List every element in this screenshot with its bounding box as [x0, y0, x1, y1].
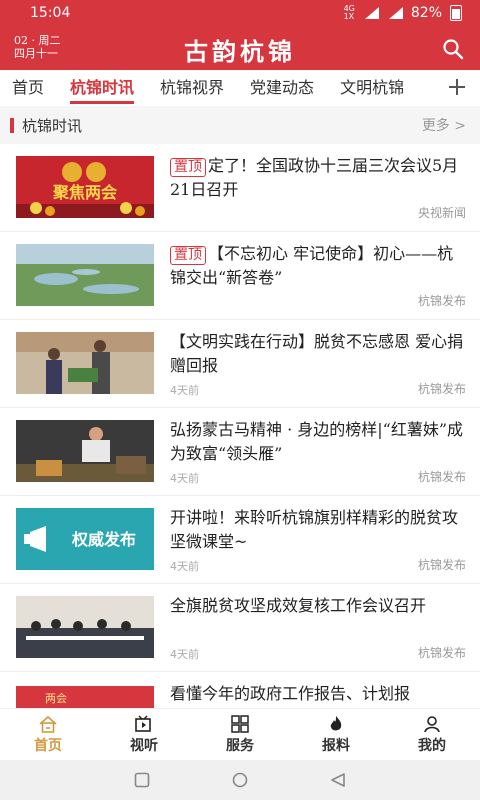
nav-video[interactable]: 视听 [96, 709, 192, 761]
video-icon [135, 715, 151, 732]
nav-profile-label: 我的 [418, 738, 446, 754]
app-header: 02 · 周二 四月十一 古韵杭锦 [0, 28, 480, 70]
battery-percent: 82% [410, 5, 442, 21]
nav-profile[interactable]: 我的 [384, 709, 480, 761]
tab-party[interactable]: 党建动态 [250, 70, 314, 106]
article-source: 杭锦发布 [417, 646, 466, 660]
section-accent [10, 118, 14, 133]
grid-icon [231, 715, 249, 733]
section-title: 杭锦时讯 [22, 117, 83, 135]
signal-icon [363, 7, 379, 19]
article-source: 杭锦发布 [417, 470, 466, 484]
article-thumbnail: 聚焦两会 [16, 156, 154, 218]
nav-report[interactable]: 报料 [288, 709, 384, 761]
article-item[interactable]: 两会 看懂今年的政府工作报告、计划报 [0, 672, 480, 712]
system-nav-bar [0, 760, 480, 800]
add-tab-icon[interactable] [446, 76, 468, 98]
article-source: 杭锦发布 [417, 294, 466, 308]
battery-icon [450, 5, 462, 21]
article-time: 4天前 [170, 560, 199, 573]
recents-icon[interactable] [134, 772, 150, 788]
thumb-text: 两会 [45, 692, 67, 705]
article-title: 置顶 【不忘初心 牢记使命】初心——杭锦交出“新答卷” [170, 244, 454, 287]
user-icon [424, 716, 440, 733]
article-item[interactable]: 【文明实践在行动】脱贫不忘感恩 爱心捐赠回报 4天前 杭锦发布 [0, 320, 480, 408]
article-item[interactable]: 权威发布 开讲啦！来聆听杭锦旗别样精彩的脱贫攻坚微课堂~ 4天前 杭锦发布 [0, 496, 480, 584]
nav-report-label: 报料 [322, 738, 350, 754]
article-title: 开讲啦！来聆听杭锦旗别样精彩的脱贫攻坚微课堂~ [170, 508, 459, 551]
article-title: 弘扬蒙古马精神 · 身边的榜样|“红薯妹”成为致富“领头雁” [170, 420, 464, 463]
network-type: 4G 1X [343, 4, 355, 21]
article-title: 置顶 定了！全国政协十三届三次会议5月21日召开 [170, 156, 459, 199]
article-source: 杭锦发布 [417, 382, 466, 396]
tab-news[interactable]: 杭锦时讯 [70, 70, 135, 106]
nav-home-label: 首页 [34, 738, 62, 754]
more-link[interactable]: 更多 > [422, 115, 466, 135]
home-button-icon[interactable] [232, 772, 248, 788]
app-title: 古韵杭锦 [184, 37, 296, 66]
section-header: 杭锦时讯 更多 > [0, 106, 480, 144]
article-time: 4天前 [170, 472, 199, 485]
back-icon[interactable] [330, 772, 346, 788]
article-source: 杭锦发布 [417, 558, 466, 572]
home-icon [39, 715, 57, 733]
thumb-text: 聚焦两会 [52, 183, 117, 202]
article-source: 央视新闻 [417, 206, 466, 220]
article-thumbnail [16, 244, 154, 306]
article-title: 看懂今年的政府工作报告、计划报 [170, 684, 411, 703]
bottom-nav: 首页 视听 服务 报料 我的 [0, 708, 480, 761]
flame-icon [330, 716, 342, 731]
signal-icon-2 [387, 7, 403, 19]
article-thumbnail: 权威发布 [16, 508, 154, 570]
article-title: 【文明实践在行动】脱贫不忘感恩 爱心捐赠回报 [170, 332, 464, 375]
nav-video-label: 视听 [130, 738, 158, 754]
nav-services-label: 服务 [226, 738, 254, 754]
tab-civilization[interactable]: 文明杭锦 [340, 70, 404, 106]
article-title: 全旗脱贫攻坚成效复核工作会议召开 [170, 596, 427, 615]
tab-vision[interactable]: 杭锦视界 [160, 70, 224, 106]
category-tabs: 首页 杭锦时讯 杭锦视界 党建动态 文明杭锦 [0, 70, 480, 107]
search-icon[interactable] [442, 38, 464, 60]
article-thumbnail [16, 420, 154, 482]
article-item[interactable]: 聚焦两会 置顶 定了！全国政协十三届三次会议5月21日召开 央视新闻 [0, 144, 480, 232]
article-time: 4天前 [170, 648, 199, 661]
article-time: 4天前 [170, 384, 199, 397]
article-item[interactable]: 全旗脱贫攻坚成效复核工作会议召开 4天前 杭锦发布 [0, 584, 480, 672]
status-time: 15:04 [30, 5, 71, 21]
status-bar: 15:04 4G 1X 82% [0, 0, 480, 28]
pinned-badge: 置顶 [170, 158, 206, 177]
nav-services[interactable]: 服务 [192, 709, 288, 761]
article-thumbnail [16, 596, 154, 658]
nav-home[interactable]: 首页 [0, 709, 96, 761]
tab-home[interactable]: 首页 [12, 70, 44, 106]
thumb-text: 权威发布 [71, 530, 136, 549]
article-item[interactable]: 弘扬蒙古马精神 · 身边的榜样|“红薯妹”成为致富“领头雁” 4天前 杭锦发布 [0, 408, 480, 496]
article-thumbnail [16, 332, 154, 394]
pinned-badge: 置顶 [170, 246, 206, 265]
article-item[interactable]: 置顶 【不忘初心 牢记使命】初心——杭锦交出“新答卷” 杭锦发布 [0, 232, 480, 320]
